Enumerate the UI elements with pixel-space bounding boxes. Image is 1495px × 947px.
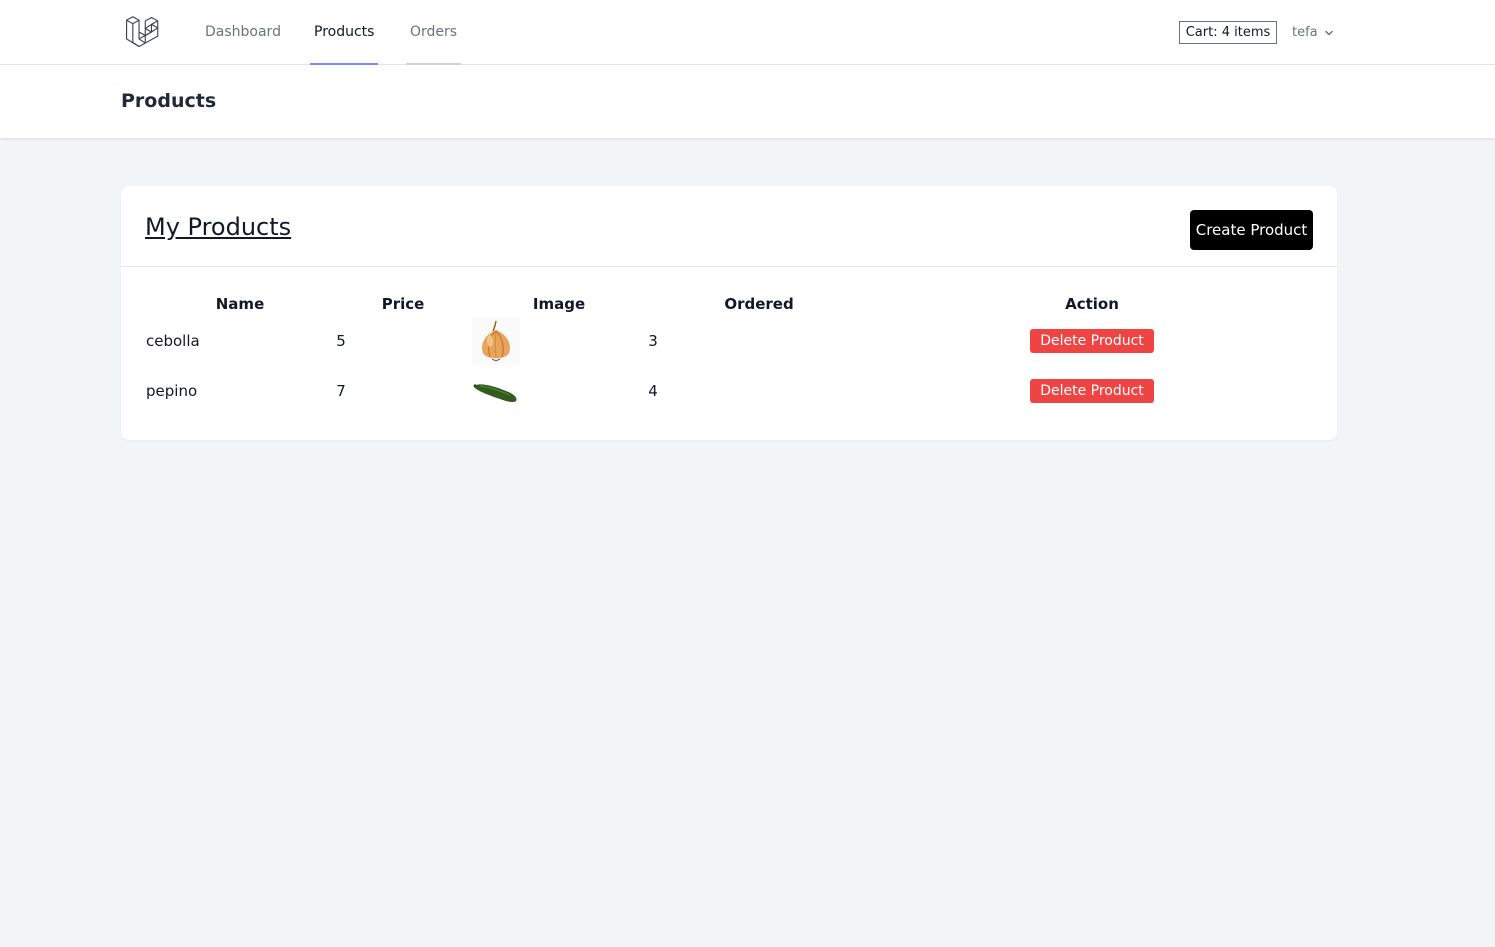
laravel-logo-icon[interactable] <box>124 14 161 50</box>
chevron-down-icon <box>1324 30 1333 35</box>
card-title: My Products <box>145 213 292 241</box>
page-title: Products <box>121 90 217 112</box>
user-menu-dropdown[interactable]: tefa <box>1292 21 1334 44</box>
product-ordered: 3 <box>648 332 658 350</box>
product-ordered: 4 <box>648 382 658 400</box>
create-product-button[interactable]: Create Product <box>1190 210 1313 250</box>
card-divider <box>121 266 1337 267</box>
product-price: 5 <box>336 332 346 350</box>
page-header: Products <box>0 65 1495 138</box>
user-name: tefa <box>1292 25 1318 40</box>
nav-link-orders[interactable]: Orders <box>406 0 462 65</box>
top-navbar: Dashboard Products Orders Cart: 4 items … <box>0 0 1495 65</box>
column-header-action: Action <box>1065 295 1119 313</box>
column-header-image: Image <box>532 295 586 313</box>
column-header-name: Name <box>215 295 265 313</box>
column-header-price: Price <box>381 295 425 313</box>
products-card: My Products Create Product Name Price Im… <box>121 186 1337 440</box>
cucumber-image <box>472 367 520 415</box>
delete-product-button[interactable]: Delete Product <box>1030 379 1154 403</box>
column-header-ordered: Ordered <box>724 295 794 313</box>
product-name: cebolla <box>146 332 200 350</box>
cart-link[interactable]: Cart: 4 items <box>1179 21 1277 44</box>
nav-link-products[interactable]: Products <box>310 0 379 65</box>
onion-image <box>472 317 520 365</box>
product-price: 7 <box>336 382 346 400</box>
nav-link-dashboard[interactable]: Dashboard <box>201 0 285 65</box>
product-name: pepino <box>146 382 198 400</box>
delete-product-button[interactable]: Delete Product <box>1030 329 1154 353</box>
